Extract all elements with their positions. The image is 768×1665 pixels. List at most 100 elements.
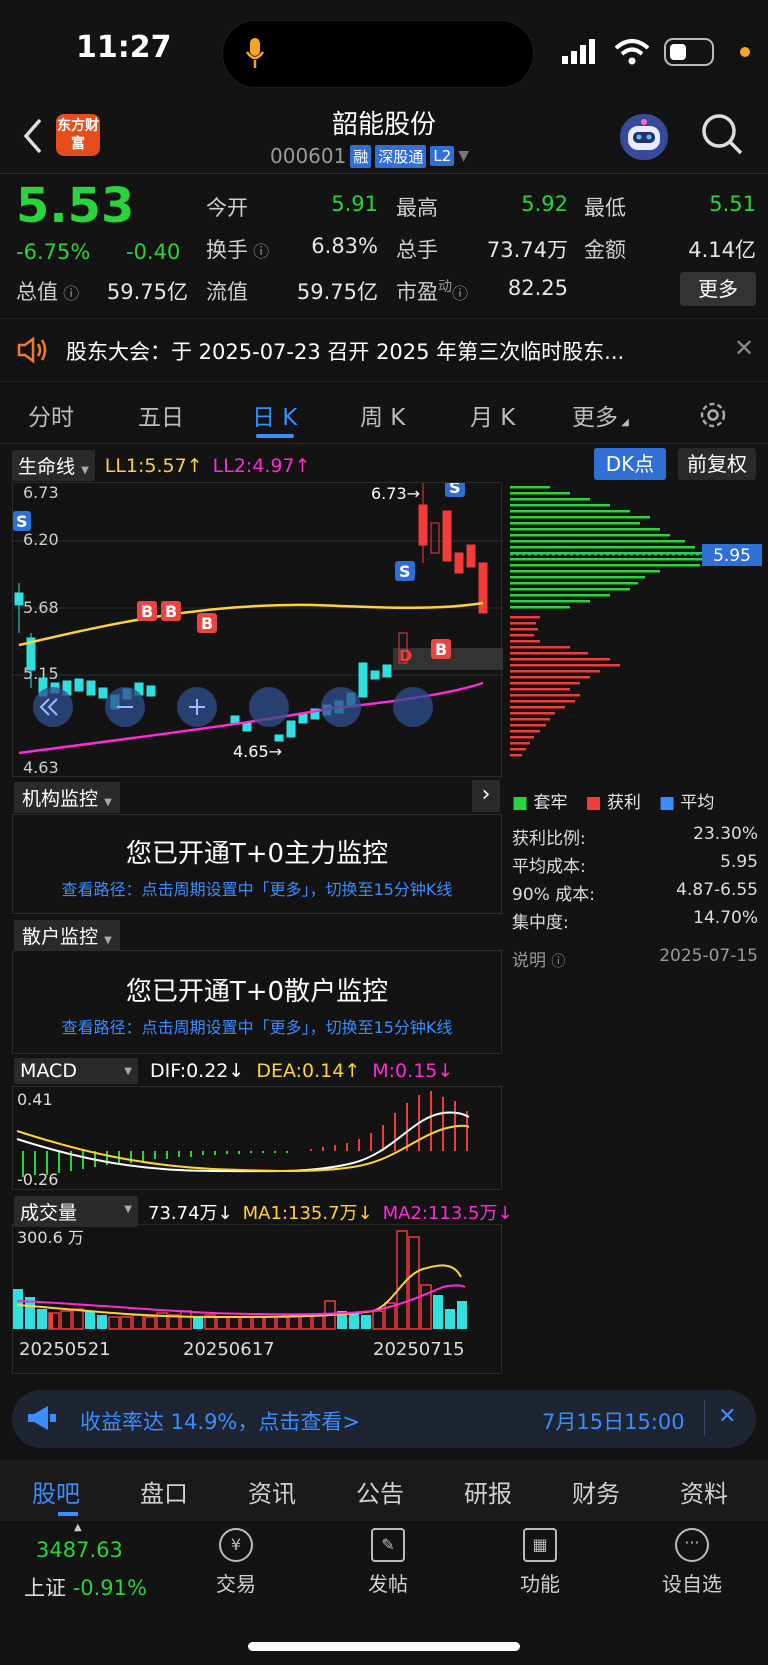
promo-time: 7月15日15:00: [542, 1410, 685, 1434]
tab-weekly-k[interactable]: 周 K: [360, 398, 405, 432]
kline-chart[interactable]: 6.73 6.20 5.68 5.15 4.63 6.73→ 4.65→ S B…: [12, 477, 503, 777]
index-value[interactable]: 3487.63: [36, 1538, 123, 1562]
dynamic-island: [222, 20, 534, 88]
volume-value: 73.74万: [486, 238, 568, 262]
charging-dot: [740, 47, 750, 57]
low-value: 5.51: [709, 192, 756, 216]
chip-distribution-chart: 5.95: [510, 482, 762, 777]
speaker-icon: [17, 336, 47, 364]
tab-intraday[interactable]: 分时: [28, 398, 74, 432]
inst-monitor-panel: 您已开通T+0主力监控 查看路径：点击周期设置中「更多」，切换至15分钟K线: [12, 814, 502, 914]
open-value: 5.91: [331, 192, 378, 216]
microphone-icon: [245, 38, 265, 68]
tab-daily-k[interactable]: 日 K: [252, 398, 297, 432]
volume-chart[interactable]: 300.6 万 20250521 20250617 20250715: [12, 1224, 502, 1374]
stock-code-row[interactable]: 000601 融 深股通 L2 ▼: [270, 144, 469, 168]
macd-header: MACD ▼ DIF:0.22↓ DEA:0.14↑ M:0.15↓: [14, 1058, 453, 1084]
home-indicator: [248, 1642, 520, 1651]
tab-monthly-k[interactable]: 月 K: [470, 398, 515, 432]
stat-profit-ratio: 获利比例: 23.30%: [512, 824, 758, 849]
last-price: 5.53: [16, 178, 135, 234]
date-label-start: 20250521: [19, 1339, 111, 1360]
ll1-value: LL1:5.57↑: [104, 454, 203, 477]
indicator-select[interactable]: 生命线 ▼: [12, 450, 95, 481]
retail-monitor-select[interactable]: 散户监控 ▼: [14, 920, 120, 951]
close-icon[interactable]: ✕: [734, 334, 754, 362]
svg-text:D: D: [399, 646, 412, 665]
assistant-robot-icon[interactable]: [620, 114, 668, 160]
turnover-value: 6.83%: [311, 234, 378, 258]
inst-monitor-select[interactable]: 机构监控 ▼: [14, 782, 120, 813]
status-time: 11:27: [76, 30, 172, 65]
more-quote-button[interactable]: 更多: [680, 272, 756, 306]
high-label: 最高: [396, 196, 438, 220]
svg-text:B: B: [201, 614, 213, 633]
macd-select[interactable]: MACD ▼: [14, 1058, 138, 1084]
close-banner-icon[interactable]: ✕: [718, 1404, 736, 1429]
price-axis-high: 6.73: [23, 483, 59, 502]
more-dots-icon: ···: [675, 1528, 709, 1562]
grid-icon: ▦: [523, 1528, 557, 1562]
tag-l2: L2: [430, 146, 455, 166]
price-axis-1: 6.20: [23, 530, 59, 549]
tab-finance[interactable]: 财务: [572, 1474, 620, 1509]
low-marker: 4.65→: [233, 742, 282, 761]
tab-guba[interactable]: 股吧: [32, 1474, 80, 1509]
dock-watchlist[interactable]: ··· 设自选: [632, 1528, 752, 1597]
dock-trade[interactable]: ¥ 交易: [176, 1528, 296, 1597]
macd-top: 0.41: [17, 1090, 53, 1109]
dock-post[interactable]: ✎ 发帖: [328, 1528, 448, 1597]
pe-value: 82.25: [507, 276, 568, 300]
volume-header: 成交量 ▼ 73.74万↓ MA1:135.7万↓ MA2:113.5万↓: [14, 1196, 513, 1227]
price-axis-low: 4.63: [23, 758, 59, 777]
index-row[interactable]: 上证 -0.91%: [24, 1572, 147, 1602]
price-axis-2: 5.68: [23, 598, 59, 617]
promo-text[interactable]: 收益率达 14.9%，点击查看>: [80, 1406, 360, 1436]
tab-research[interactable]: 研报: [464, 1474, 512, 1509]
tab-five-day[interactable]: 五日: [138, 398, 184, 432]
float-value: 59.75亿: [296, 280, 378, 304]
megaphone-icon: [28, 1406, 56, 1430]
ll2-value: LL2:4.97↑: [212, 454, 311, 477]
macd-chart[interactable]: 0.41 -0.26: [12, 1086, 502, 1190]
volume-select[interactable]: 成交量 ▼: [14, 1196, 138, 1227]
amount-label: 金额: [584, 238, 626, 262]
gear-icon[interactable]: [698, 400, 728, 430]
retail-monitor-title: 您已开通T+0散户监控: [125, 977, 389, 1007]
tab-orderbook[interactable]: 盘口: [140, 1474, 188, 1509]
tab-more[interactable]: 更多 ◢: [572, 398, 629, 432]
signal-icon: [562, 39, 595, 64]
search-icon[interactable]: [700, 112, 744, 156]
tab-announcements[interactable]: 公告: [356, 1474, 404, 1509]
chevron-right-icon[interactable]: ›: [472, 780, 500, 812]
adjust-button[interactable]: 前复权: [678, 448, 756, 480]
stat-concentration: 集中度: 14.70%: [512, 908, 758, 933]
edit-icon: ✎: [371, 1528, 405, 1562]
dock-functions[interactable]: ▦ 功能: [480, 1528, 600, 1597]
chip-legend: ■ 套牢 ■ 获利 ■ 平均: [512, 793, 715, 813]
tab-news[interactable]: 资讯: [248, 1474, 296, 1509]
tab-profile[interactable]: 资料: [680, 1474, 728, 1509]
stat-avg-cost: 平均成本: 5.95: [512, 852, 758, 877]
svg-text:S: S: [399, 562, 411, 581]
stock-code: 000601: [270, 144, 347, 168]
tag-margin: 融: [350, 144, 372, 168]
high-marker: 6.73→: [371, 484, 420, 503]
dk-point-button[interactable]: DK点: [594, 448, 666, 480]
active-bottom-tab-indicator: [58, 1512, 78, 1516]
retail-monitor-hint[interactable]: 查看路径：点击周期设置中「更多」，切换至15分钟K线: [13, 1014, 501, 1038]
inst-monitor-hint[interactable]: 查看路径：点击周期设置中「更多」，切换至15分钟K线: [13, 876, 501, 900]
notice-text[interactable]: 股东大会：于 2025-07-23 召开 2025 年第三次临时股东...: [66, 336, 624, 366]
svg-text:S: S: [449, 483, 461, 497]
stat-footer[interactable]: 说明 ⓘ 2025-07-15: [512, 946, 758, 971]
volume-label: 总手: [396, 238, 438, 262]
change-amount: -0.40: [126, 240, 181, 264]
svg-text:B: B: [435, 640, 447, 659]
inst-monitor-title: 您已开通T+0主力监控: [125, 839, 389, 869]
volume-top: 300.6 万: [17, 1228, 84, 1247]
amount-value: 4.14亿: [688, 238, 756, 262]
indicator-bar: 生命线 ▼ LL1:5.57↑ LL2:4.97↑: [12, 450, 311, 481]
date-label-mid: 20250617: [183, 1339, 275, 1360]
total-value: 59.75亿: [106, 280, 188, 304]
total-value-label: 总值 ⓘ: [16, 280, 80, 304]
